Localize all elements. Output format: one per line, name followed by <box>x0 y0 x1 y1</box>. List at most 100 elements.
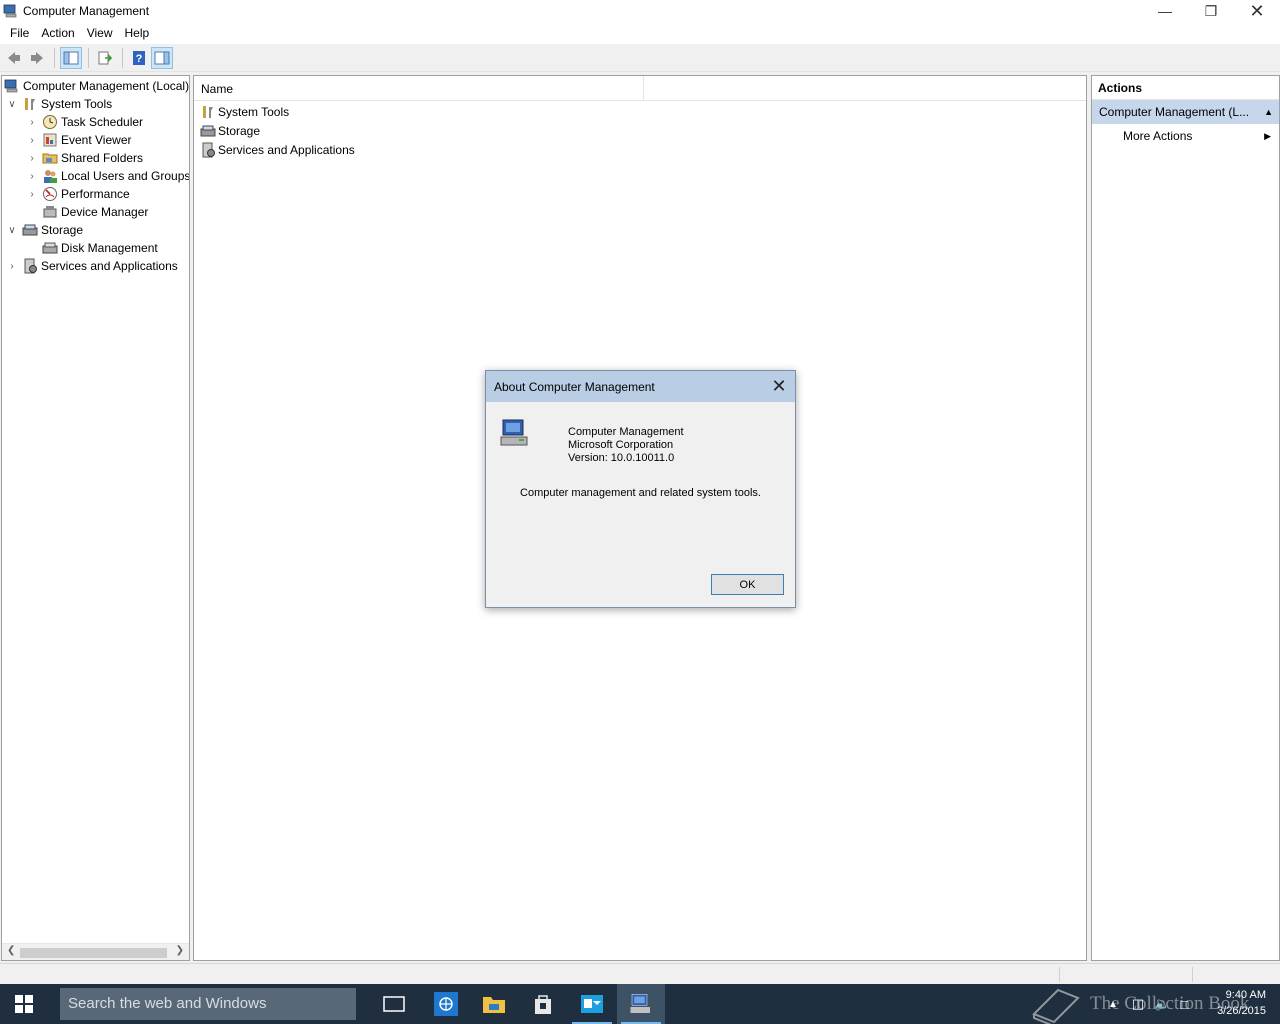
shared-folder-icon <box>42 153 58 164</box>
more-actions-item[interactable]: More Actions ▶ <box>1092 124 1279 148</box>
tree-node-event-viewer[interactable]: › Event Viewer <box>26 131 131 149</box>
menu-file[interactable]: File <box>4 26 35 40</box>
search-input[interactable]: Search the web and Windows <box>60 988 356 1020</box>
computer-management-icon <box>630 994 650 1013</box>
services-icon <box>24 258 37 274</box>
chevron-right-icon[interactable]: › <box>6 261 18 272</box>
tree-node-services[interactable]: › Services and Applications <box>6 257 178 275</box>
storage-icon <box>200 125 216 136</box>
show-hidden-icons-icon[interactable]: ▲ <box>1108 999 1118 1010</box>
chevron-down-icon[interactable]: ∨ <box>6 225 18 236</box>
column-header-name[interactable]: Name <box>194 76 644 101</box>
globe-icon <box>434 992 458 1016</box>
clock[interactable]: 9:40 AM 3/26/2015 <box>1217 987 1266 1019</box>
tree-label: Services and Applications <box>41 259 178 273</box>
chevron-right-icon[interactable]: › <box>26 135 38 146</box>
windows-logo-icon <box>15 995 33 1013</box>
taskbar-app-store[interactable] <box>519 984 567 1024</box>
action-pane-icon <box>154 51 170 64</box>
dialog-title: About Computer Management <box>494 379 655 394</box>
title-bar: Computer Management — ❐ ✕ <box>0 0 1280 22</box>
list-item-label: Storage <box>218 123 261 138</box>
close-button[interactable]: ✕ <box>1234 0 1280 22</box>
chevron-right-icon[interactable]: › <box>26 189 38 200</box>
computer-management-icon <box>3 4 17 18</box>
status-separator <box>1059 967 1060 982</box>
system-tray: ▲ ◫ 🔈 □ <box>1108 984 1188 1024</box>
back-arrow-icon <box>8 51 20 64</box>
help-button[interactable]: ? <box>128 47 150 69</box>
volume-icon[interactable]: 🔈 <box>1154 996 1170 1012</box>
tree-node-disk-management[interactable]: Disk Management <box>42 239 158 257</box>
tree-node-device-manager[interactable]: Device Manager <box>42 203 148 221</box>
dialog-close-button[interactable]: ✕ <box>763 371 795 402</box>
toolbar: ? <box>0 44 1280 72</box>
chevron-right-icon[interactable]: › <box>26 153 38 164</box>
collapse-up-icon[interactable]: ▲ <box>1264 100 1273 124</box>
scroll-left-icon[interactable]: ❮ <box>7 945 15 956</box>
users-icon <box>44 170 57 183</box>
event-viewer-icon <box>43 133 57 147</box>
tree-node-local-users[interactable]: › Local Users and Groups <box>26 167 189 185</box>
task-view-button[interactable] <box>370 984 418 1024</box>
dialog-version: Version: 10.0.10011.0 <box>568 452 675 464</box>
actions-group-header[interactable]: Computer Management (L... ▲ <box>1092 100 1279 124</box>
actions-group-label: Computer Management (L... <box>1099 105 1250 119</box>
minimize-button[interactable]: — <box>1142 0 1188 22</box>
menu-view[interactable]: View <box>81 26 119 40</box>
list-item[interactable]: System Tools <box>200 102 289 121</box>
system-tools-icon <box>25 98 35 110</box>
scrollbar-thumb[interactable] <box>20 948 167 958</box>
tree-label: Disk Management <box>61 241 158 255</box>
system-tools-icon <box>203 105 213 118</box>
toolbar-separator <box>88 47 89 68</box>
horizontal-scrollbar[interactable]: ❮ ❯ <box>2 943 189 960</box>
storage-icon <box>22 224 38 236</box>
list-item[interactable]: Storage <box>200 121 260 140</box>
tree-label: Storage <box>41 223 84 237</box>
taskbar-app-computer-management[interactable] <box>617 984 665 1024</box>
book-icon <box>1032 988 1080 1024</box>
taskbar-app-browser[interactable] <box>422 984 470 1024</box>
chevron-right-icon[interactable]: › <box>26 117 38 128</box>
show-hide-console-tree-button[interactable] <box>60 46 82 69</box>
back-button[interactable] <box>3 47 25 69</box>
chevron-right-icon[interactable]: › <box>26 171 38 182</box>
export-list-button[interactable] <box>94 47 116 69</box>
tree-label: Task Scheduler <box>61 115 144 129</box>
menu-help[interactable]: Help <box>119 26 156 40</box>
taskbar-app-outlook[interactable] <box>568 984 616 1024</box>
tree-node-system-tools[interactable]: ∨ System Tools <box>6 95 112 113</box>
forward-arrow-icon <box>31 51 43 64</box>
store-bag-icon <box>535 995 551 1014</box>
tree-node-performance[interactable]: › Performance <box>26 185 130 203</box>
console-tree: Computer Management (Local) ∨ System Too… <box>1 75 190 961</box>
forward-button[interactable] <box>26 47 48 69</box>
tree-label: Performance <box>61 187 130 201</box>
network-icon[interactable]: ◫ <box>1132 996 1144 1012</box>
list-item-label: Services and Applications <box>218 142 355 157</box>
notifications-icon[interactable]: □ <box>1180 997 1188 1012</box>
scroll-right-icon[interactable]: ❯ <box>176 945 184 956</box>
tree-node-root[interactable]: Computer Management (Local) <box>4 77 189 95</box>
list-item[interactable]: Services and Applications <box>200 140 355 159</box>
menu-action[interactable]: Action <box>35 26 80 40</box>
restore-button[interactable]: ❐ <box>1188 0 1234 22</box>
start-button[interactable] <box>0 984 48 1024</box>
folder-icon <box>483 997 505 1013</box>
show-hide-action-pane-button[interactable] <box>151 46 173 69</box>
ok-button[interactable]: OK <box>711 574 784 595</box>
chevron-down-icon[interactable]: ∨ <box>6 99 18 110</box>
list-item-label: System Tools <box>218 104 290 119</box>
tree-label: Shared Folders <box>61 151 144 165</box>
menu-bar: File Action View Help <box>0 22 1280 44</box>
tree-node-shared-folders[interactable]: › Shared Folders <box>26 149 143 167</box>
taskbar-app-file-explorer[interactable] <box>470 984 518 1024</box>
submenu-arrow-icon: ▶ <box>1264 131 1271 141</box>
outlook-icon <box>581 995 603 1013</box>
tree-node-task-scheduler[interactable]: › Task Scheduler <box>26 113 143 131</box>
console-tree-icon <box>63 51 79 64</box>
tree-node-storage[interactable]: ∨ Storage <box>6 221 83 239</box>
performance-icon <box>43 187 57 201</box>
tree-label: Computer Management (Local) <box>23 79 190 93</box>
